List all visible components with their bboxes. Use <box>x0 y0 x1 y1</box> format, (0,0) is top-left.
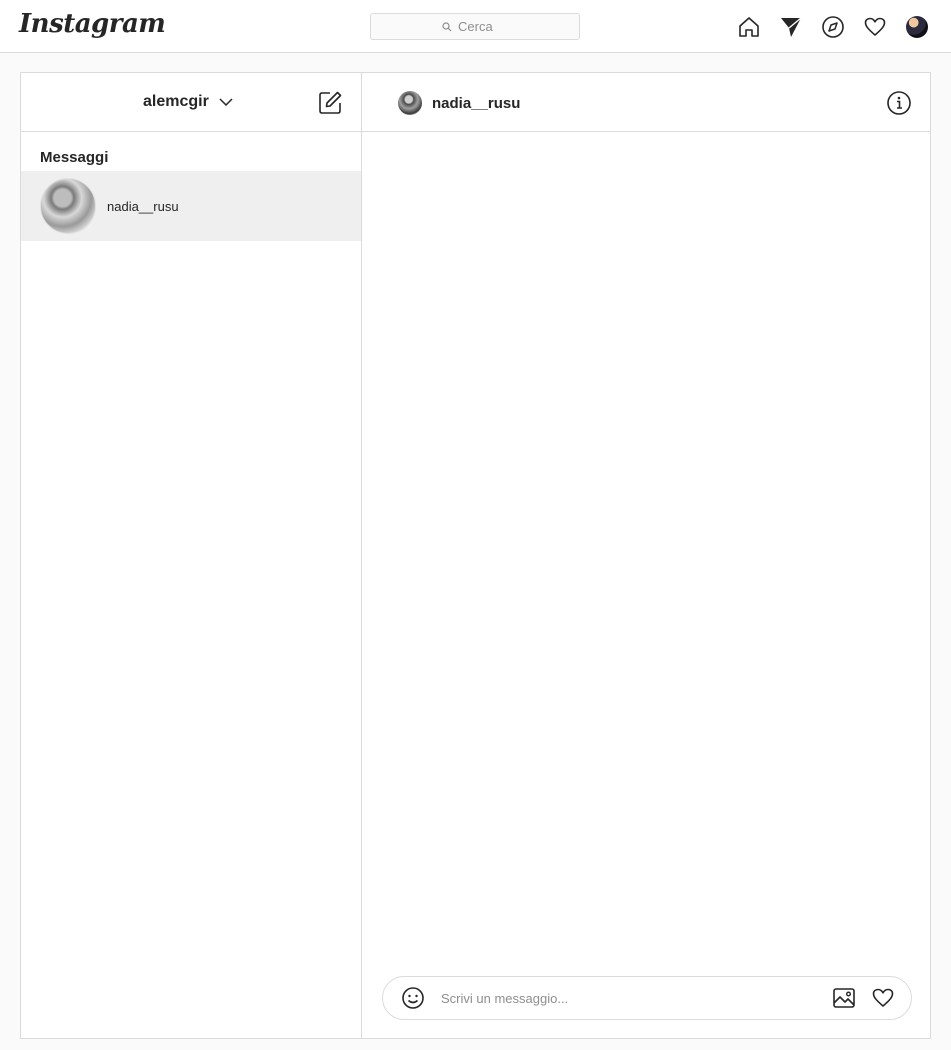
inbox-header: alemcgir <box>21 73 361 132</box>
conversation-info-button[interactable] <box>886 90 912 121</box>
instagram-logo[interactable]: Instagram <box>19 9 166 39</box>
emoji-button[interactable] <box>401 986 425 1015</box>
message-input[interactable] <box>441 988 811 1008</box>
message-composer <box>382 976 912 1020</box>
image-icon <box>833 988 855 1008</box>
avatar <box>906 16 928 38</box>
direct-icon[interactable] <box>777 13 805 41</box>
conversation-header: nadia__rusu <box>362 73 930 132</box>
direct-messages-panel: alemcgir Messaggi nadia__rusu nadia__rus… <box>20 72 931 1039</box>
conversation-username[interactable]: nadia__rusu <box>432 95 520 112</box>
search-icon <box>442 21 452 31</box>
nav-icons <box>735 13 931 41</box>
send-image-button[interactable] <box>832 986 856 1015</box>
messages-section-title: Messaggi <box>40 149 109 166</box>
account-switcher[interactable]: alemcgir <box>143 93 233 111</box>
chevron-down-icon <box>219 97 233 106</box>
conversation-pane: nadia__rusu <box>362 73 930 1038</box>
thread-item[interactable]: nadia__rusu <box>21 171 361 241</box>
heart-icon[interactable] <box>861 13 889 41</box>
search-input[interactable] <box>458 19 508 34</box>
info-icon <box>887 91 911 115</box>
compose-icon <box>319 91 342 114</box>
profile-avatar[interactable] <box>903 13 931 41</box>
emoji-icon <box>402 987 424 1009</box>
home-icon[interactable] <box>735 13 763 41</box>
inbox-sidebar: alemcgir Messaggi nadia__rusu <box>21 73 362 1038</box>
new-message-button[interactable] <box>317 90 343 121</box>
like-button[interactable] <box>871 986 895 1015</box>
account-username: alemcgir <box>143 93 209 110</box>
heart-icon <box>872 988 894 1007</box>
avatar[interactable] <box>398 91 422 115</box>
avatar <box>40 178 96 234</box>
explore-icon[interactable] <box>819 13 847 41</box>
top-navigation-bar: Instagram <box>0 0 951 53</box>
thread-username: nadia__rusu <box>107 198 179 214</box>
search-box[interactable] <box>370 13 580 40</box>
